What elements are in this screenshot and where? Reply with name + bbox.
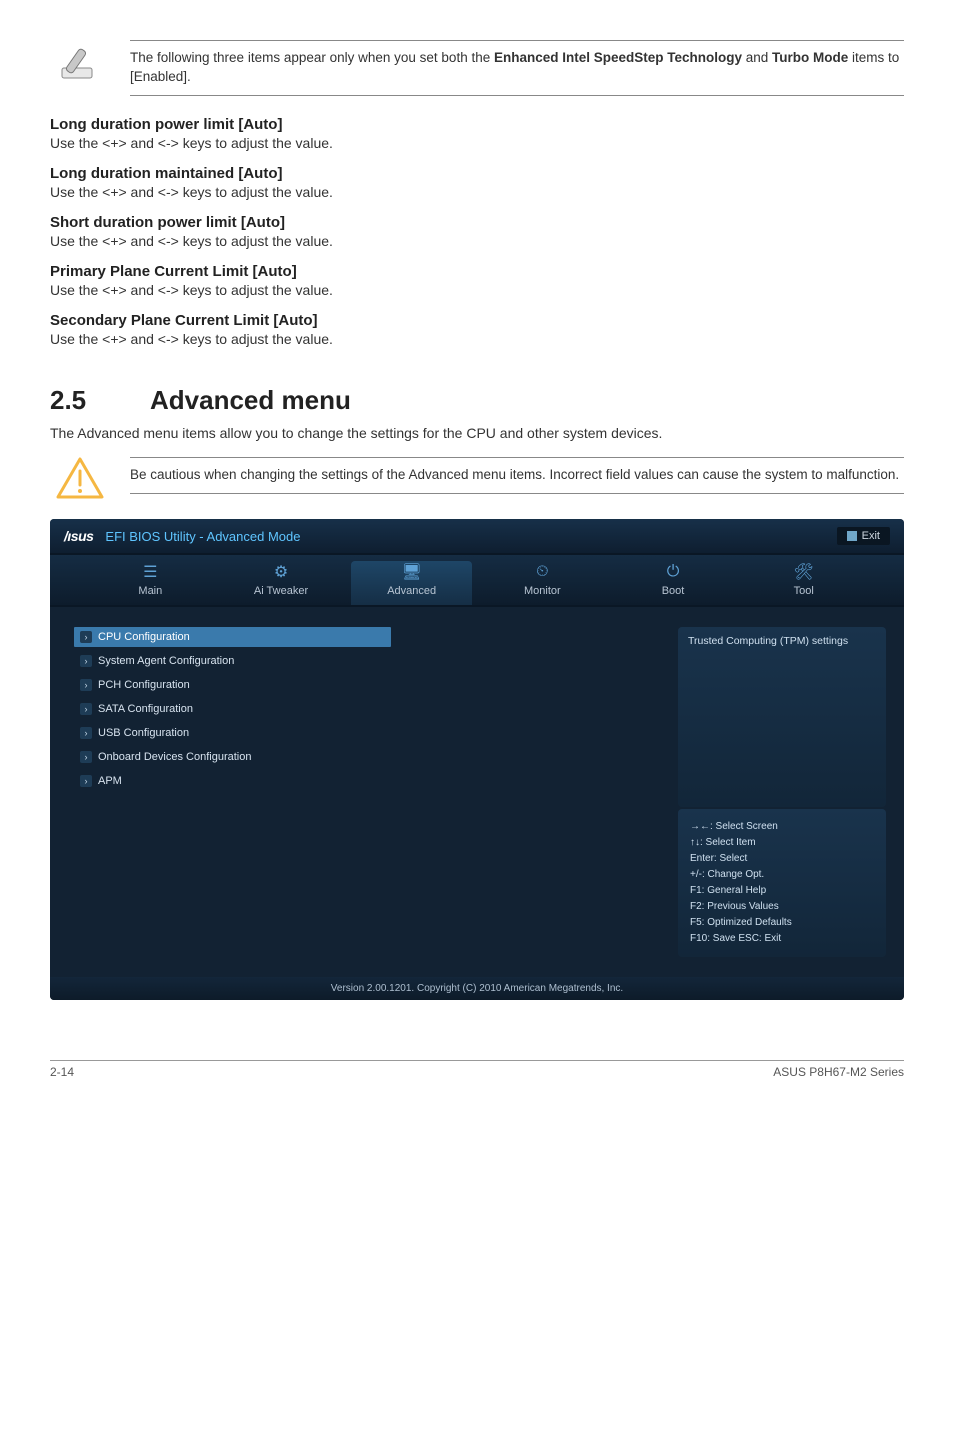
menu-sata-label: SATA Configuration bbox=[98, 703, 193, 715]
asus-logo: /ısus bbox=[64, 528, 93, 544]
tab-tool-label: Tool bbox=[743, 585, 864, 597]
monitor-icon: ⏲ bbox=[482, 561, 603, 583]
tab-ai-tweaker-label: Ai Tweaker bbox=[221, 585, 342, 597]
chevron-right-icon: › bbox=[80, 703, 92, 715]
menu-system-agent-label: System Agent Configuration bbox=[98, 655, 234, 667]
tab-ai-tweaker[interactable]: ⚙ Ai Tweaker bbox=[221, 561, 342, 605]
warning-icon bbox=[56, 457, 104, 499]
bios-version-bar: Version 2.00.1201. Copyright (C) 2010 Am… bbox=[50, 977, 904, 1000]
menu-apm-label: APM bbox=[98, 775, 122, 787]
chevron-right-icon: › bbox=[80, 655, 92, 667]
note-icon bbox=[50, 40, 110, 88]
menu-usb-label: USB Configuration bbox=[98, 727, 189, 739]
heading-long-duration-maintained: Long duration maintained [Auto] bbox=[50, 165, 904, 182]
chevron-right-icon: › bbox=[80, 727, 92, 739]
help-key-f1: F1: General Help bbox=[690, 883, 874, 899]
note-block: The following three items appear only wh… bbox=[50, 40, 904, 96]
chapter-number: 2.5 bbox=[50, 385, 150, 416]
bios-screenshot: /ısus EFI BIOS Utility - Advanced Mode E… bbox=[50, 519, 904, 1000]
tab-monitor[interactable]: ⏲ Monitor bbox=[482, 561, 603, 605]
tab-monitor-label: Monitor bbox=[482, 585, 603, 597]
tab-advanced[interactable]: 🖥 Advanced bbox=[351, 561, 472, 605]
exit-label: Exit bbox=[862, 530, 880, 542]
heading-primary-plane: Primary Plane Current Limit [Auto] bbox=[50, 263, 904, 280]
help-key-change-opt: +/-: Change Opt. bbox=[690, 867, 874, 883]
menu-onboard-label: Onboard Devices Configuration bbox=[98, 751, 251, 763]
heading-short-duration-power: Short duration power limit [Auto] bbox=[50, 214, 904, 231]
tab-boot[interactable]: ⏻ Boot bbox=[613, 561, 734, 605]
tab-main[interactable]: ☰ Main bbox=[90, 561, 211, 605]
bios-menu-panel: › CPU Configuration › System Agent Confi… bbox=[50, 607, 664, 977]
bios-help-panel: Trusted Computing (TPM) settings →←: Sel… bbox=[664, 607, 904, 977]
help-key-select-screen: →←: Select Screen bbox=[690, 819, 874, 835]
menu-onboard-devices[interactable]: › Onboard Devices Configuration bbox=[74, 747, 650, 767]
tab-advanced-label: Advanced bbox=[351, 585, 472, 597]
chevron-right-icon: › bbox=[80, 631, 92, 643]
chapter-title: Advanced menu bbox=[150, 385, 351, 416]
tab-boot-label: Boot bbox=[613, 585, 734, 597]
body-short-duration-power: Use the <+> and <-> keys to adjust the v… bbox=[50, 233, 904, 249]
help-key-select-item: ↑↓: Select Item bbox=[690, 835, 874, 851]
page-footer: 2-14 ASUS P8H67-M2 Series bbox=[50, 1060, 904, 1079]
help-key-f2: F2: Previous Values bbox=[690, 899, 874, 915]
section-long-duration-maintained: Long duration maintained [Auto] Use the … bbox=[50, 165, 904, 200]
pencil-note-icon bbox=[56, 40, 104, 88]
menu-cpu-configuration[interactable]: › CPU Configuration bbox=[74, 627, 391, 647]
chevron-right-icon: › bbox=[80, 679, 92, 691]
body-secondary-plane: Use the <+> and <-> keys to adjust the v… bbox=[50, 331, 904, 347]
menu-pch-configuration[interactable]: › PCH Configuration bbox=[74, 675, 650, 695]
bios-body: › CPU Configuration › System Agent Confi… bbox=[50, 607, 904, 977]
chevron-right-icon: › bbox=[80, 775, 92, 787]
help-keys: →←: Select Screen ↑↓: Select Item Enter:… bbox=[678, 809, 886, 957]
note-text-pre: The following three items appear only wh… bbox=[130, 50, 494, 65]
page-number: 2-14 bbox=[50, 1065, 74, 1079]
menu-apm[interactable]: › APM bbox=[74, 771, 650, 791]
warning-icon-cell bbox=[50, 457, 110, 499]
help-key-f5: F5: Optimized Defaults bbox=[690, 915, 874, 931]
bios-title: EFI BIOS Utility - Advanced Mode bbox=[105, 529, 300, 544]
body-long-duration-maintained: Use the <+> and <-> keys to adjust the v… bbox=[50, 184, 904, 200]
exit-icon bbox=[847, 531, 857, 541]
section-primary-plane: Primary Plane Current Limit [Auto] Use t… bbox=[50, 263, 904, 298]
warning-text: Be cautious when changing the settings o… bbox=[130, 457, 904, 494]
chapter-description: The Advanced menu items allow you to cha… bbox=[50, 424, 904, 444]
chevron-right-icon: › bbox=[80, 751, 92, 763]
tab-main-label: Main bbox=[90, 585, 211, 597]
exit-button[interactable]: Exit bbox=[837, 527, 890, 545]
section-secondary-plane: Secondary Plane Current Limit [Auto] Use… bbox=[50, 312, 904, 347]
body-long-duration-power: Use the <+> and <-> keys to adjust the v… bbox=[50, 135, 904, 151]
warning-block: Be cautious when changing the settings o… bbox=[50, 457, 904, 499]
note-text-mid: and bbox=[742, 50, 772, 65]
bios-title-left: /ısus EFI BIOS Utility - Advanced Mode bbox=[64, 528, 300, 544]
heading-secondary-plane: Secondary Plane Current Limit [Auto] bbox=[50, 312, 904, 329]
power-icon: ⏻ bbox=[613, 561, 734, 583]
menu-pch-label: PCH Configuration bbox=[98, 679, 190, 691]
heading-long-duration-power: Long duration power limit [Auto] bbox=[50, 116, 904, 133]
menu-cpu-label: CPU Configuration bbox=[98, 631, 190, 643]
chapter-header: 2.5 Advanced menu bbox=[50, 385, 904, 416]
body-primary-plane: Use the <+> and <-> keys to adjust the v… bbox=[50, 282, 904, 298]
bios-titlebar: /ısus EFI BIOS Utility - Advanced Mode E… bbox=[50, 519, 904, 553]
section-long-duration-power: Long duration power limit [Auto] Use the… bbox=[50, 116, 904, 151]
help-key-enter: Enter: Select bbox=[690, 851, 874, 867]
tab-tool[interactable]: 🛠 Tool bbox=[743, 561, 864, 605]
tool-icon: 🛠 bbox=[743, 561, 864, 583]
note-bold2: Turbo Mode bbox=[772, 50, 848, 65]
section-short-duration-power: Short duration power limit [Auto] Use th… bbox=[50, 214, 904, 249]
note-bold1: Enhanced Intel SpeedStep Technology bbox=[494, 50, 742, 65]
help-key-f10: F10: Save ESC: Exit bbox=[690, 931, 874, 947]
advanced-icon: 🖥 bbox=[351, 561, 472, 583]
menu-system-agent[interactable]: › System Agent Configuration bbox=[74, 651, 650, 671]
note-text: The following three items appear only wh… bbox=[130, 40, 904, 96]
bios-tabs: ☰ Main ⚙ Ai Tweaker 🖥 Advanced ⏲ Monitor… bbox=[50, 553, 904, 607]
menu-sata-configuration[interactable]: › SATA Configuration bbox=[74, 699, 650, 719]
footer-product: ASUS P8H67-M2 Series bbox=[773, 1065, 904, 1079]
tweaker-icon: ⚙ bbox=[221, 561, 342, 583]
help-description: Trusted Computing (TPM) settings bbox=[678, 627, 886, 807]
menu-usb-configuration[interactable]: › USB Configuration bbox=[74, 723, 650, 743]
list-icon: ☰ bbox=[90, 561, 211, 583]
